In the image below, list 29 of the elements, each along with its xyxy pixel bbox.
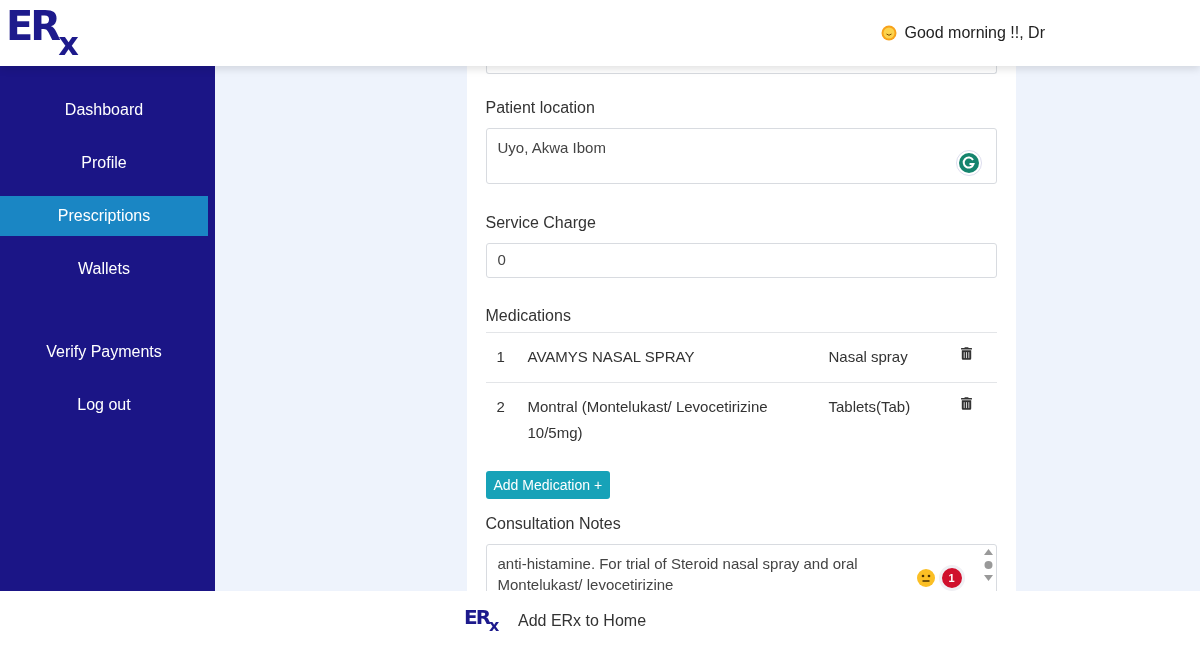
table-cell-text: Montral (Montelukast/ Levocetirizine 10/5mg) [527, 397, 769, 443]
sidebar-item[interactable]: Verify Payments [0, 332, 208, 372]
neutral-face-icon [916, 569, 935, 587]
table-cell-text: Nasal spray [828, 347, 909, 367]
issue-count-badge[interactable]: 1 [938, 565, 965, 591]
install-text: Add ERx to Home [517, 611, 647, 631]
sidebar-item[interactable]: Profile [0, 143, 208, 183]
sidebar-item[interactable]: Wallets [0, 249, 208, 289]
table-cell-text: AVAMYS NASAL SPRAY [527, 347, 696, 367]
text-field[interactable] [485, 66, 997, 74]
table-cell-text: Tablets(Tab) [828, 397, 912, 417]
grammar-checker-icon[interactable] [955, 150, 982, 176]
field-label: Consultation Notes [485, 514, 622, 534]
field-label: Patient location [485, 98, 596, 118]
section-label: Medications [485, 306, 572, 326]
sidebar-item[interactable]: Prescriptions [0, 196, 208, 236]
service-charge-field[interactable]: 0 [485, 243, 997, 278]
greeting-text: Good morning !!, Dr [904, 23, 1045, 43]
smiling-sun-icon [880, 25, 897, 41]
sidebar-item[interactable]: Dashboard [0, 90, 208, 130]
table-cell-text: 1 [495, 347, 506, 367]
trash-icon[interactable] [960, 397, 972, 410]
field-label: Service Charge [485, 213, 597, 233]
location-field[interactable]: Uyo, Akwa Ibom [485, 128, 997, 184]
sidebar-item[interactable]: Log out [0, 385, 208, 425]
table-cell-text: 2 [495, 397, 506, 417]
scrollbar-arrows-icon[interactable] [982, 548, 994, 582]
trash-icon[interactable] [960, 347, 972, 360]
notes-text: anti-histamine. For trial of Steroid nasal spray and oral Montelukast/ levocetirizine [497, 554, 859, 591]
